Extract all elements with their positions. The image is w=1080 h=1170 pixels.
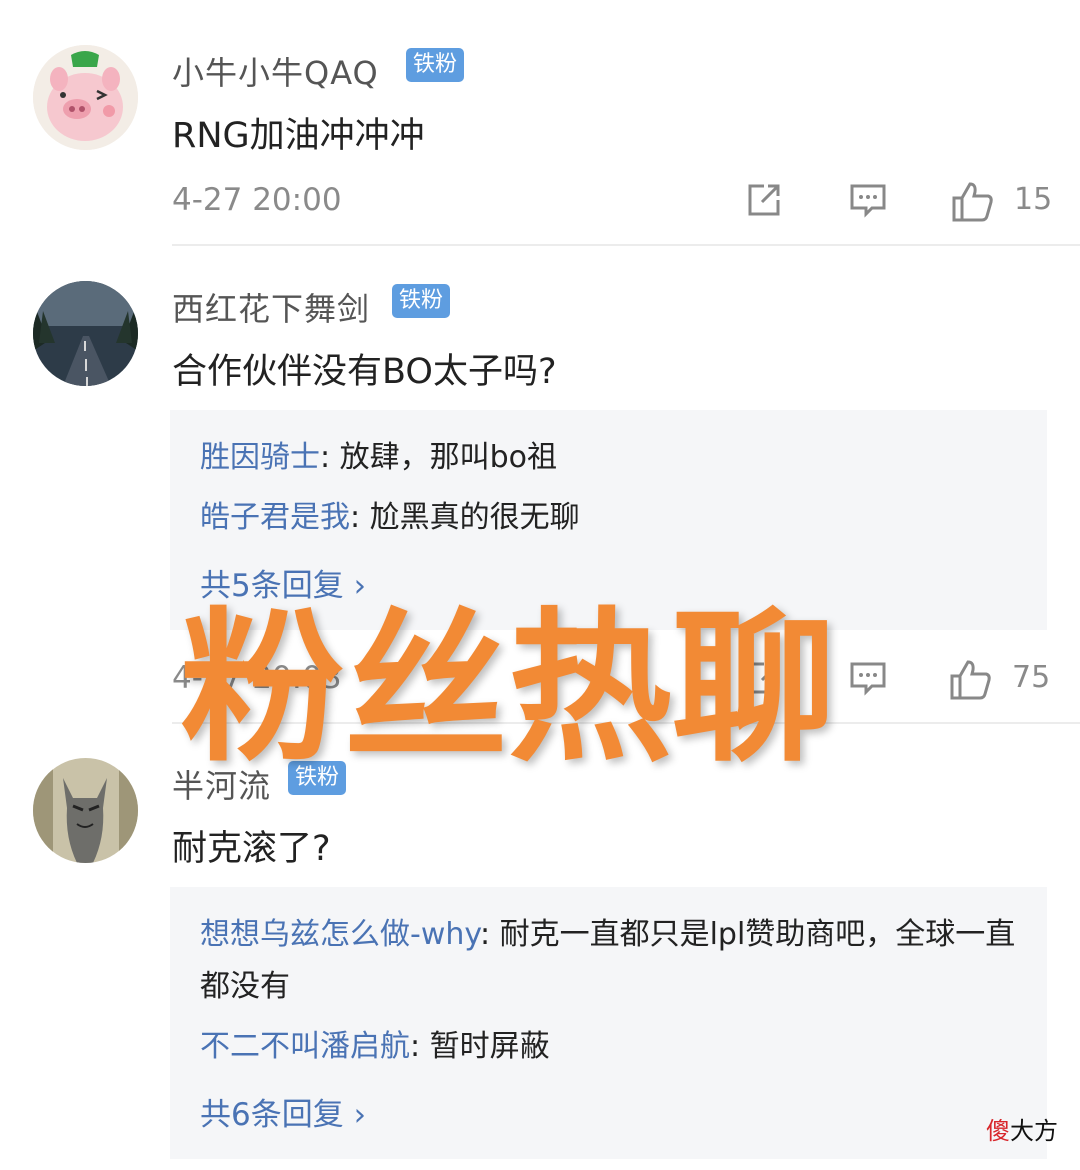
like-icon[interactable]	[950, 180, 994, 226]
avatar-pig[interactable]	[33, 45, 138, 150]
username[interactable]: 小牛小牛QAQ	[172, 48, 379, 94]
watermark: 傻大方	[986, 1111, 1058, 1146]
divider	[172, 244, 1080, 246]
comment-text: 合作伙伴没有BO太子吗?	[172, 352, 557, 392]
watermark-red: 傻	[986, 1117, 1010, 1145]
like-icon[interactable]	[948, 658, 992, 704]
comment-meta: 4-27 20:00 15	[172, 180, 1052, 222]
share-icon[interactable]	[744, 180, 784, 224]
reply-username[interactable]: 胜因骑士	[200, 440, 320, 475]
comment-text: RNG加油冲冲冲	[172, 116, 425, 156]
like-count: 75	[1012, 660, 1051, 695]
like-count: 15	[1014, 182, 1053, 217]
reply[interactable]: 皓子君是我: 尬黑真的很无聊	[200, 492, 1021, 544]
timestamp: 4-27 20:00	[172, 182, 342, 218]
reply[interactable]: 不二不叫潘启航: 暂时屏蔽	[200, 1021, 1021, 1073]
more-replies-link[interactable]: 共6条回复 ›	[200, 1089, 366, 1134]
reply[interactable]: 胜因骑士: 放肆，那叫bo祖	[200, 432, 1021, 484]
avatar-wolf[interactable]	[33, 758, 138, 863]
reply-username[interactable]: 不二不叫潘启航	[200, 1029, 410, 1064]
replies-box: 想想乌兹怎么做-why: 耐克一直都只是lpl赞助商吧，全球一直都没有 不二不叫…	[170, 887, 1047, 1159]
comment-text: 耐克滚了?	[172, 829, 331, 869]
reply-text: : 放肆，那叫bo祖	[320, 440, 558, 475]
reply-text: : 暂时屏蔽	[410, 1029, 550, 1064]
reply-icon[interactable]	[848, 180, 888, 224]
reply-username[interactable]: 皓子君是我	[200, 500, 350, 535]
overlay-title: 粉丝热聊	[180, 593, 837, 784]
username[interactable]: 西红花下舞剑	[172, 284, 370, 330]
reply-username[interactable]: 想想乌兹怎么做-why	[200, 917, 480, 952]
reply[interactable]: 想想乌兹怎么做-why: 耐克一直都只是lpl赞助商吧，全球一直都没有	[200, 909, 1021, 1013]
fan-badge: 铁粉	[392, 284, 451, 318]
watermark-black: 大方	[1010, 1117, 1058, 1145]
fan-badge: 铁粉	[406, 48, 465, 82]
avatar-road[interactable]	[33, 281, 138, 386]
reply-text: : 尬黑真的很无聊	[350, 500, 580, 535]
